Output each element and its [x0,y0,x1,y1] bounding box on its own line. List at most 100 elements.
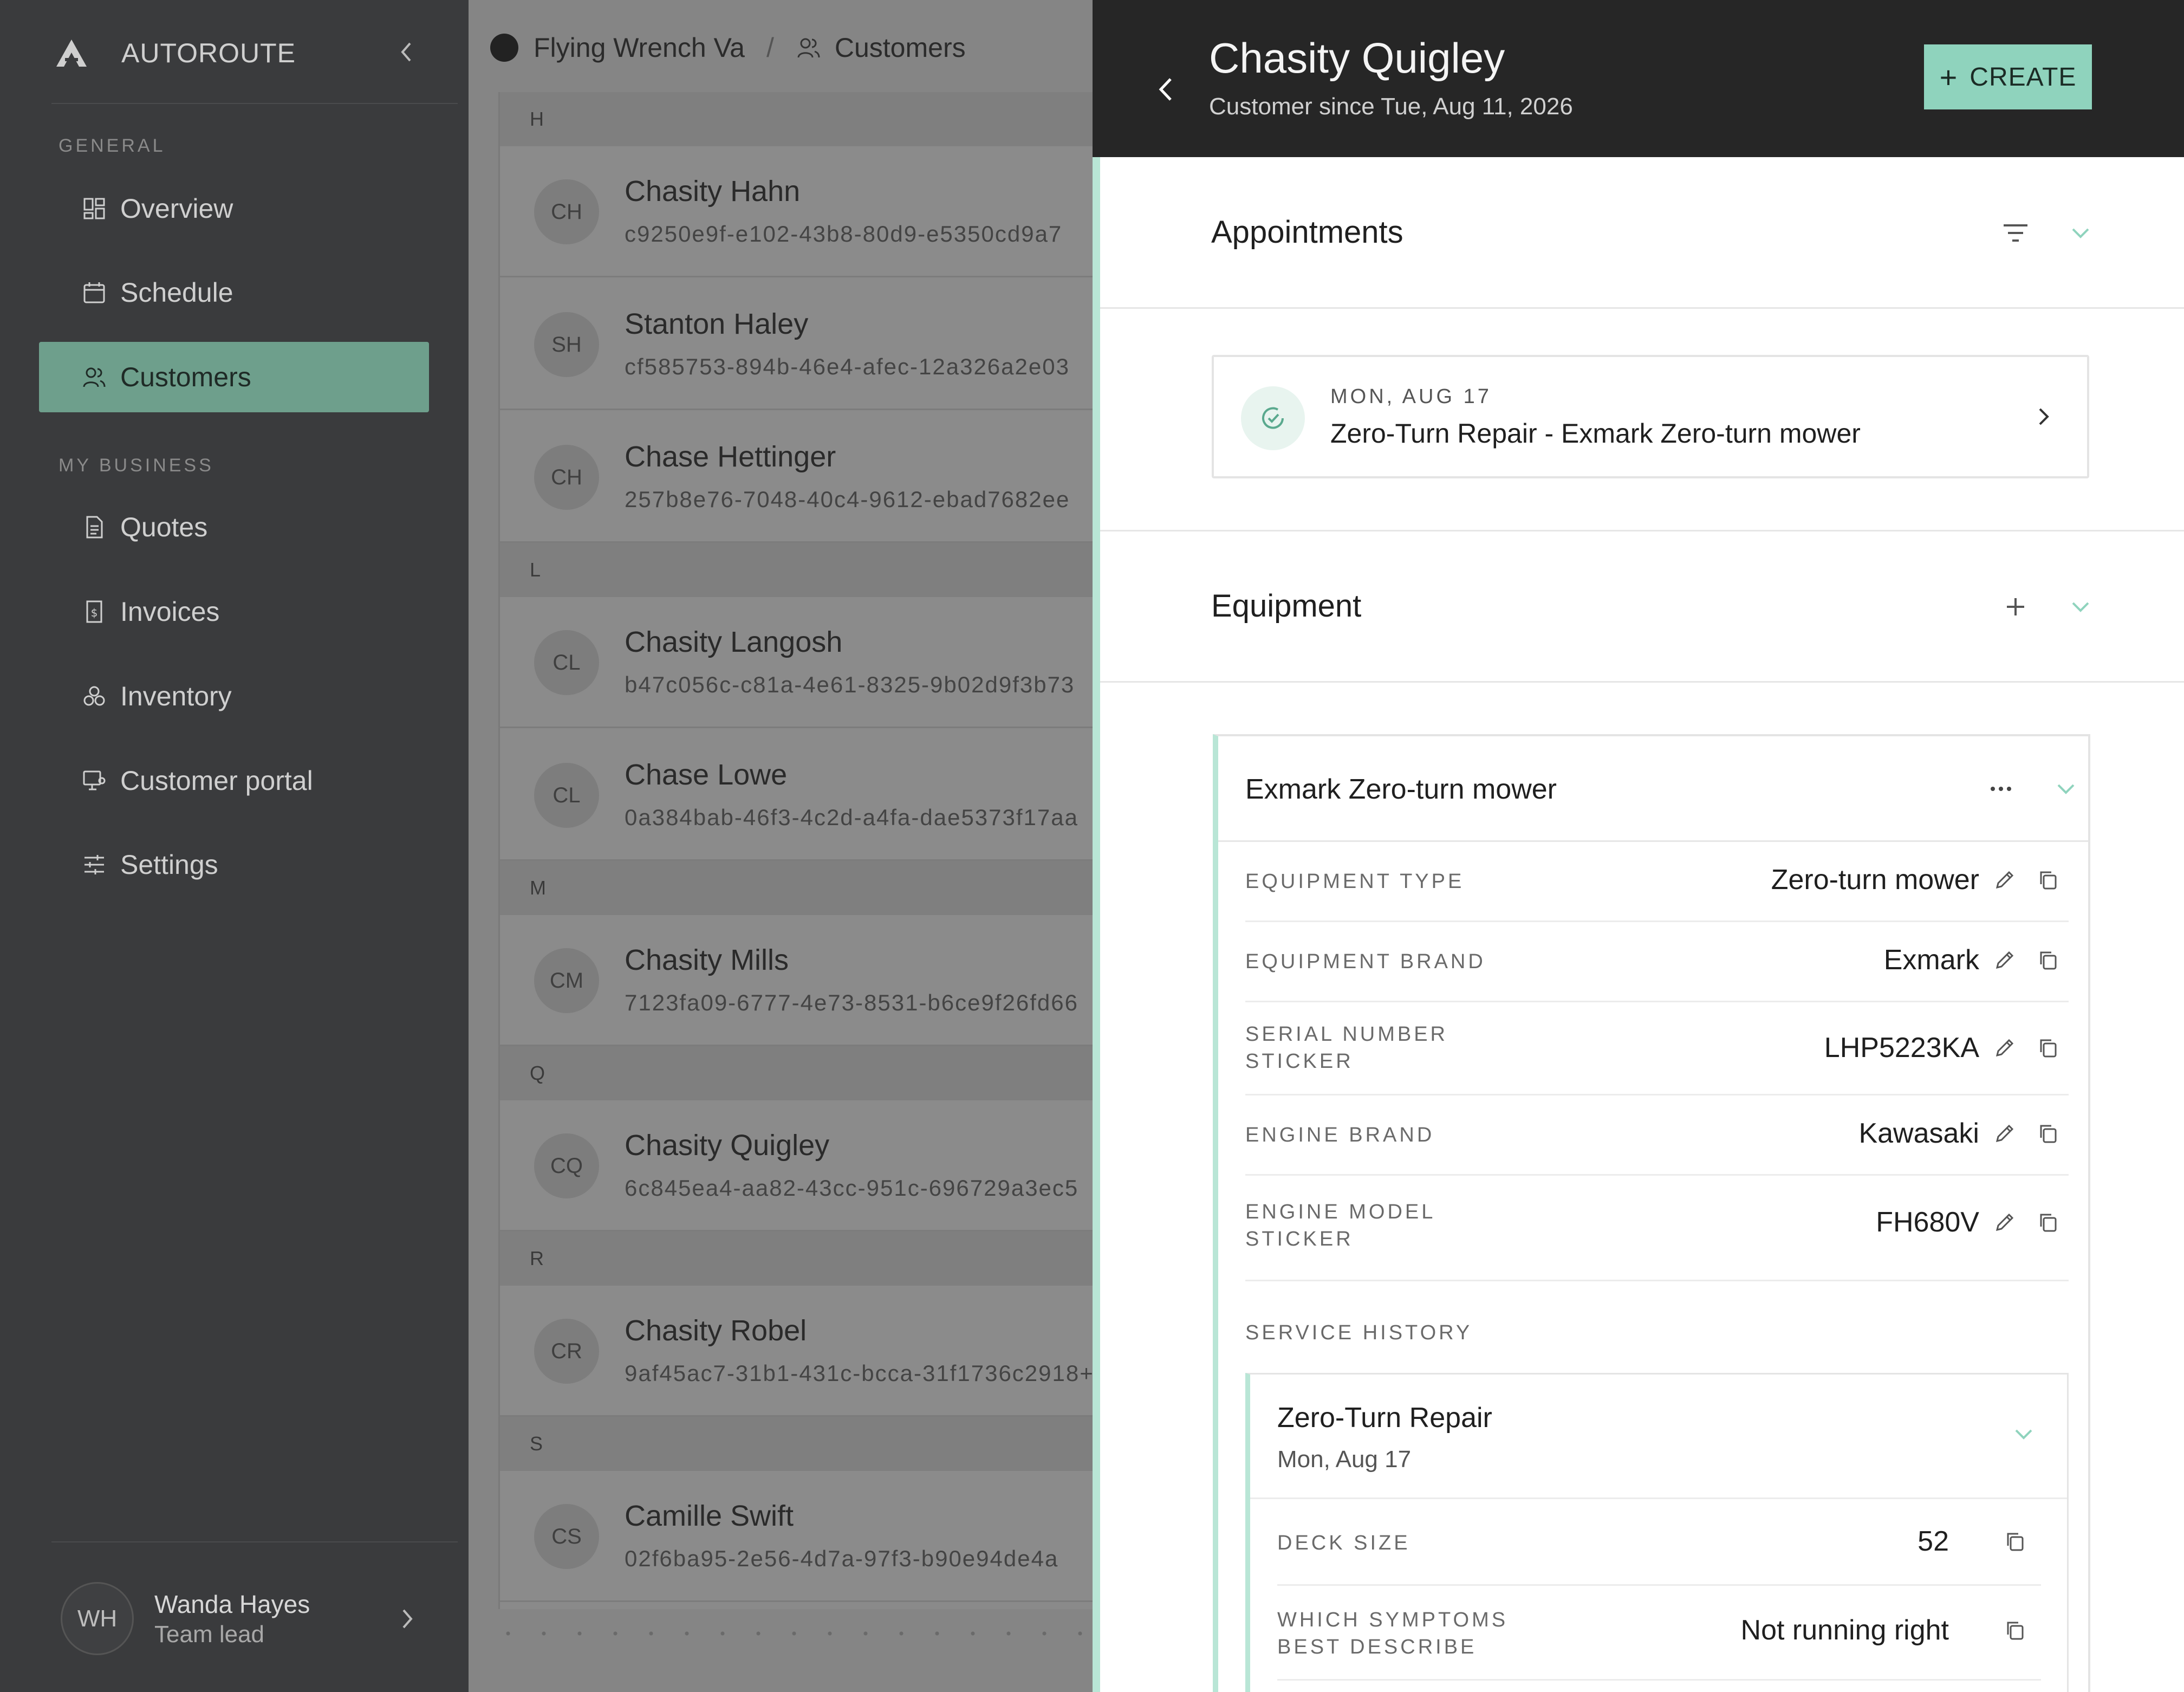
field-label: ENGINE BRAND [1245,1124,1435,1146]
customer-name-title: Chasity Quigley [1209,34,1505,82]
user-meta: Wanda Hayes Team lead [154,1590,310,1648]
appointment-card[interactable]: MON, AUG 17 Zero-Turn Repair - Exmark Ze… [1212,355,2089,478]
field-label: EQUIPMENT BRAND [1245,950,1486,973]
user-menu[interactable]: WH Wanda Hayes Team lead [61,1582,424,1655]
panel-header: Chasity Quigley Customer since Tue, Aug … [1093,0,2184,157]
field-value: Not running right [1740,1615,1949,1646]
sidebar-item-quotes[interactable]: Quotes [39,492,429,562]
customer-id: b47c056c-c81a-4e61-8325-9b02d9f3b73 [625,672,1075,697]
equipment-section-header[interactable]: Equipment [1100,534,2184,683]
chevron-down-icon[interactable] [2062,588,2100,626]
pencil-icon[interactable] [1990,1118,2020,1149]
list-item[interactable]: SH Stanton Haley cf585753-894b-46e4-afec… [500,279,1093,410]
list-item[interactable]: CL Chase Lowe 0a384bab-46f3-4c2d-a4fa-da… [500,730,1093,861]
chevron-down-icon[interactable] [2062,214,2100,252]
divider [51,103,458,104]
sidebar-item-inventory[interactable]: Inventory [39,661,429,731]
equipment-field-row: ENGINE MODEL STICKER FH680V [1245,1176,2069,1281]
create-button[interactable]: + CREATE [1924,44,2092,109]
appointments-section-header[interactable]: Appointments [1100,160,2184,309]
avatar: WH [61,1582,134,1655]
check-circle-icon [1241,386,1305,450]
section-label-my-business: MY BUSINESS [58,455,214,476]
monitor-user-icon [81,768,107,794]
list-item[interactable]: CQ Chasity Quigley 6c845ea4-aa82-43cc-95… [500,1100,1093,1231]
app-name: AUTOROUTE [121,37,296,68]
more-options-icon[interactable] [1982,770,2020,808]
sidebar-item-customer-portal[interactable]: Customer portal [39,745,429,816]
avatar: CH [534,179,599,244]
copy-icon[interactable] [2033,1118,2063,1149]
filter-icon[interactable] [1997,214,2034,252]
sidebar-item-label: Invoices [120,597,220,627]
customer-name: Stanton Haley [625,308,809,340]
pencil-icon[interactable] [1990,1033,2020,1063]
pencil-icon[interactable] [1990,1207,2020,1237]
invoice-icon: $ [81,599,107,625]
pencil-icon[interactable] [1990,945,2020,975]
appointment-date: MON, AUG 17 [1330,385,1492,408]
list-item[interactable]: CH Chase Hettinger 257b8e76-7048-40c4-96… [500,412,1093,543]
customer-name: Chasity Mills [625,944,789,976]
customer-name: Chasity Hahn [625,175,801,208]
avatar: CH [534,445,599,510]
equipment-field-row: EQUIPMENT BRAND Exmark [1245,922,2069,1002]
copy-icon[interactable] [2033,945,2063,975]
equipment-card-header[interactable]: Exmark Zero-turn mower [1218,736,2088,842]
list-item[interactable]: CR Chasity Robel 9af45ac7-31b1-431c-bcca… [500,1286,1093,1417]
field-value: LHP5223KA [1824,1032,1979,1064]
copy-icon[interactable] [2033,1207,2063,1237]
field-value: Exmark [1883,944,1979,976]
add-equipment-button[interactable] [1997,588,2034,626]
document-icon [81,514,107,540]
customer-id: c9250e9f-e102-43b8-80d9-e5350cd9a7 [625,221,1063,247]
pencil-icon[interactable] [1990,865,2020,895]
avatar: CQ [534,1133,599,1198]
sidebar-item-customers[interactable]: Customers [39,342,429,412]
list-item[interactable]: CM Chasity Mills 7123fa09-6777-4e73-8531… [500,915,1093,1046]
service-field-row: WHICH SYMPTOMS BEST DESCRIBE Not running… [1277,1586,2041,1681]
list-item[interactable]: CL Chasity Langosh b47c056c-c81a-4e61-83… [500,597,1093,728]
chevron-down-icon[interactable] [2047,770,2085,808]
service-history-label: SERVICE HISTORY [1245,1321,1473,1344]
service-card-header[interactable]: Zero-Turn Repair Mon, Aug 17 [1250,1375,2067,1499]
avatar: CL [534,630,599,695]
field-label: WHICH SYMPTOMS BEST DESCRIBE [1277,1609,1509,1658]
letter-header: L [500,543,1093,597]
customer-detail-panel: Chasity Quigley Customer since Tue, Aug … [1093,0,2184,1692]
autoroute-logo-icon [54,36,89,70]
chevron-down-icon[interactable] [2007,1418,2040,1450]
field-value: Kawasaki [1858,1118,1979,1149]
customer-id: 257b8e76-7048-40c4-9612-ebad7682ee [625,487,1070,512]
sidebar-item-invoices[interactable]: $ Invoices [39,576,429,647]
list-item[interactable]: CH Chasity Hahn c9250e9f-e102-43b8-80d9-… [500,146,1093,277]
field-value: 52 [1917,1526,1949,1557]
sidebar-item-overview[interactable]: Overview [39,173,429,244]
users-icon [81,364,107,390]
customer-list: H CH Chasity Hahn c9250e9f-e102-43b8-80d… [498,92,1093,1609]
copy-icon[interactable] [2000,1615,2030,1645]
customer-name: Chasity Langosh [625,626,843,658]
customer-id: 0a384bab-46f3-4c2d-a4fa-dae5373f17aa [625,805,1078,830]
breadcrumb-business[interactable]: Flying Wrench Va [534,32,745,63]
copy-icon[interactable] [2033,865,2063,895]
sidebar-item-settings[interactable]: Settings [39,829,429,900]
section-label-general: GENERAL [58,135,166,156]
field-label: EQUIPMENT TYPE [1245,870,1465,893]
sidebar-item-label: Overview [120,193,233,224]
list-item[interactable]: CS Camille Swift 02f6ba95-2e56-4d7a-97f3… [500,1471,1093,1602]
collapse-sidebar-button[interactable] [390,36,422,68]
copy-icon[interactable] [2033,1033,2063,1063]
chevron-right-icon[interactable] [391,1603,424,1635]
copy-icon[interactable] [2000,1526,2030,1557]
service-date: Mon, Aug 17 [1277,1446,1412,1473]
sidebar-item-label: Schedule [120,277,233,308]
field-label: DECK SIZE [1277,1532,1410,1554]
field-label: SERIAL NUMBER STICKER [1245,1023,1448,1073]
divider [1100,530,2184,531]
breadcrumb-page[interactable]: Customers [835,32,966,63]
dotted-pattern [490,1631,1086,1636]
back-button[interactable] [1147,70,1185,108]
sidebar-item-schedule[interactable]: Schedule [39,257,429,328]
user-name: Wanda Hayes [154,1590,310,1618]
